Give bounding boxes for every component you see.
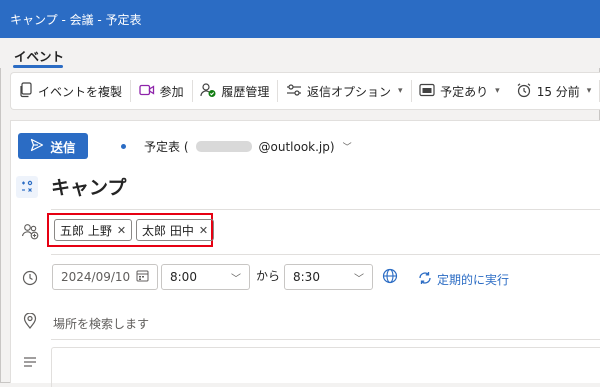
tab-strip: イベント [0, 38, 600, 68]
event-body-editor[interactable] [51, 347, 600, 387]
calendar-icon[interactable] [136, 269, 149, 285]
attendee-name: 五郎 上野 [60, 223, 112, 238]
title-bar: キャンプ - 会議 - 予定表 [0, 0, 600, 38]
compose-panel: 送信 予定表 ( @outlook.jp) ﹀ キャンプ 五郎 上野 ✕ 太郎 … [10, 120, 600, 387]
tab-active-indicator [13, 65, 63, 68]
start-date-value: 2024/09/10 [61, 270, 131, 284]
reminder-dropdown[interactable]: 15 分前 ▾ [508, 73, 600, 109]
location-pin-icon [21, 312, 39, 330]
start-time-dropdown[interactable]: 8:00 ﹀ [161, 264, 250, 290]
reply-options-button[interactable]: 返信オプション ▾ [278, 73, 411, 109]
chevron-down-icon: ﹀ [354, 273, 364, 285]
remove-attendee-icon[interactable]: ✕ [199, 224, 208, 237]
make-recurring-label: 定期的に実行 [437, 273, 510, 287]
window-title: キャンプ - 会議 - 予定表 [10, 12, 142, 27]
status-box-icon [419, 83, 435, 100]
calendar-color-dot [121, 144, 126, 149]
copy-icon [19, 81, 33, 101]
history-button[interactable]: 履歴管理 [192, 73, 277, 109]
start-date-field[interactable]: 2024/09/10 [52, 264, 158, 290]
add-person-icon [21, 222, 39, 240]
show-as-dropdown[interactable]: 予定あり ▾ [411, 73, 508, 109]
person-check-icon [200, 82, 216, 101]
chevron-down-icon: ﹀ [231, 273, 241, 285]
reminder-label: 15 分前 [536, 84, 580, 99]
tab-event[interactable]: イベント [14, 46, 64, 65]
calendar-label-prefix: 予定表 ( [144, 140, 189, 154]
event-category-icon[interactable] [16, 176, 38, 198]
chevron-down-icon: ▾ [397, 86, 403, 96]
divider [51, 254, 600, 255]
alarm-clock-icon [516, 82, 532, 101]
repeat-icon [418, 271, 432, 288]
sliders-icon [286, 83, 302, 100]
remove-attendee-icon[interactable]: ✕ [117, 224, 126, 237]
chevron-down-icon: ▾ [495, 86, 500, 96]
show-as-label: 予定あり [440, 84, 489, 99]
video-camera-icon [139, 83, 155, 100]
attendee-chip[interactable]: 太郎 田中 ✕ [136, 219, 215, 241]
chevron-down-icon: ﹀ [342, 143, 352, 153]
join-label: 参加 [159, 84, 184, 99]
redacted-email-user [195, 141, 252, 152]
clock-icon [21, 269, 39, 287]
globe-icon[interactable] [382, 268, 398, 287]
duplicate-event-label: イベントを複製 [38, 84, 123, 99]
chevron-down-icon: ▾ [586, 86, 592, 96]
location-input[interactable]: 場所を検索します [53, 315, 149, 332]
calendar-selector[interactable]: 予定表 ( @outlook.jp) ﹀ [121, 138, 352, 155]
send-icon [30, 138, 44, 155]
attendee-name: 太郎 田中 [142, 223, 194, 238]
calendar-label-suffix: @outlook.jp) [258, 139, 335, 154]
attendees-field[interactable]: 五郎 上野 ✕ 太郎 田中 ✕ [47, 213, 215, 247]
event-title[interactable]: キャンプ [51, 173, 126, 200]
join-button[interactable]: 参加 [131, 73, 192, 109]
end-time-dropdown[interactable]: 8:30 ﹀ [284, 264, 373, 290]
start-time-value: 8:00 [170, 270, 197, 284]
send-button[interactable]: 送信 [18, 133, 88, 159]
attendee-chip[interactable]: 五郎 上野 ✕ [54, 219, 133, 241]
text-lines-icon [21, 353, 39, 371]
make-recurring-button[interactable]: 定期的に実行 [418, 271, 509, 288]
end-time-value: 8:30 [293, 270, 320, 284]
history-label: 履歴管理 [221, 84, 270, 99]
divider [51, 209, 600, 210]
send-label: 送信 [50, 139, 76, 155]
ribbon-toolbar: イベントを複製 参加 履歴管理 返信オプション ▾ 予定あり ▾ 15 分前 ▾ [10, 72, 600, 110]
time-separator-label: から [256, 269, 281, 283]
reply-options-label: 返信オプション [306, 84, 391, 99]
divider [51, 339, 600, 340]
duplicate-event-button[interactable]: イベントを複製 [11, 73, 130, 109]
